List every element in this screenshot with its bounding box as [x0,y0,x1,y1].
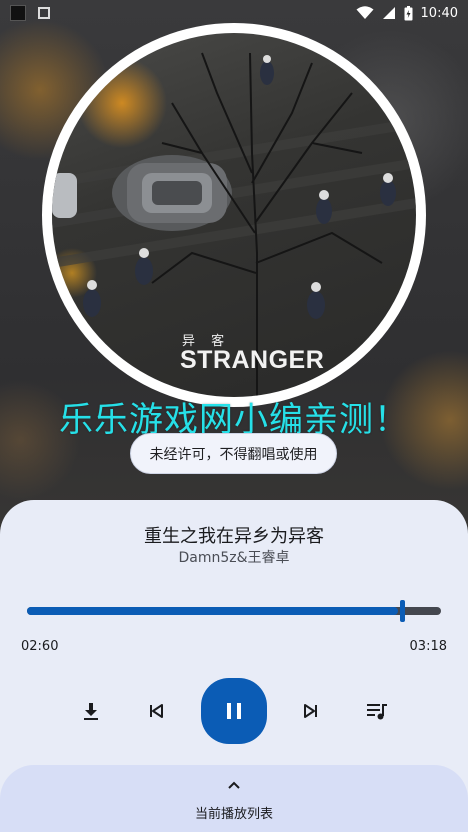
copyright-notice: 未经许可，不得翻唱或使用 [130,433,337,474]
song-title: 重生之我在异乡为异客 [144,526,324,547]
wifi-icon [356,6,374,19]
previous-button[interactable] [139,694,173,728]
playlist-button[interactable] [360,694,394,728]
total-time: 03:18 [409,639,447,654]
album-art: 异 客 STRANGER [52,33,416,397]
pause-button[interactable] [201,678,267,744]
app-notification-icon [10,5,26,21]
playlist-drawer-label: 当前播放列表 [194,807,273,822]
pause-icon [227,703,241,719]
qr-notification-icon [38,7,50,19]
status-time: 10:40 [420,5,458,21]
song-artist: Damn5z&王睿卓 [178,550,290,566]
chevron-up-icon [228,781,240,789]
download-icon [84,703,98,720]
album-art-illustration [52,52,416,397]
progress-fill [27,607,398,615]
progress-slider[interactable] [27,607,441,615]
skip-previous-icon [150,704,163,718]
queue-music-icon [367,704,387,720]
next-button[interactable] [294,694,328,728]
signal-icon [382,7,395,19]
battery-icon [404,5,413,20]
skip-next-icon [304,704,317,718]
status-bar: 10:40 [0,0,468,26]
progress-thumb[interactable] [400,600,405,622]
playlist-drawer[interactable]: 当前播放列表 [0,765,468,832]
cover-title: STRANGER [180,346,325,374]
current-time: 02:60 [21,639,59,654]
download-button[interactable] [74,694,108,728]
